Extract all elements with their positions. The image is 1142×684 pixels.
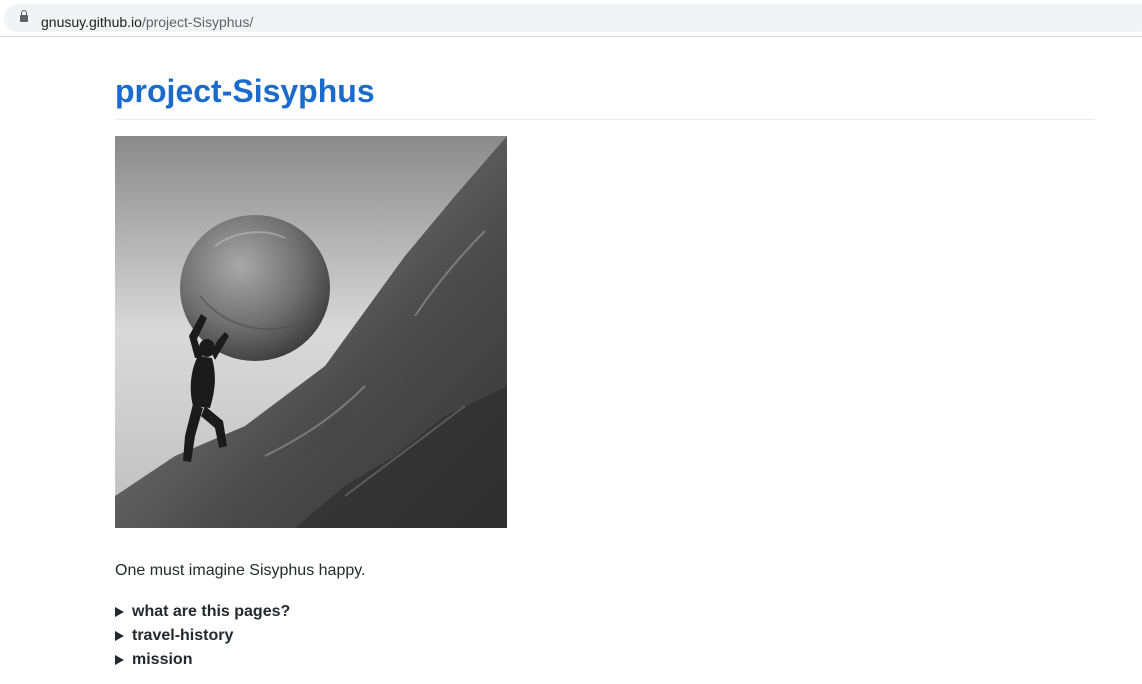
details-label: travel-history	[132, 627, 234, 644]
address-bar[interactable]: gnusuy.github.io/project-Sisyphus/	[4, 4, 1142, 32]
sisyphus-image	[115, 136, 507, 528]
details-what-are-this-pages[interactable]: what are this pages?	[115, 600, 290, 624]
triangle-icon	[115, 655, 124, 665]
url-path: /project-Sisyphus/	[141, 14, 254, 30]
page-title[interactable]: project-Sisyphus	[115, 71, 375, 111]
triangle-icon	[115, 607, 124, 617]
details-label: mission	[132, 651, 193, 668]
tagline: One must imagine Sisyphus happy.	[115, 562, 366, 579]
details-list: what are this pages? travel-history miss…	[115, 600, 290, 672]
lock-icon[interactable]	[20, 10, 28, 22]
url-text[interactable]: gnusuy.github.io/project-Sisyphus/	[41, 13, 253, 31]
title-divider	[115, 119, 1095, 120]
details-label: what are this pages?	[132, 603, 291, 620]
details-mission[interactable]: mission	[115, 648, 290, 672]
browser-toolbar: gnusuy.github.io/project-Sisyphus/	[0, 0, 1142, 37]
details-travel-history[interactable]: travel-history	[115, 624, 290, 648]
url-host: gnusuy.github.io	[41, 14, 142, 30]
triangle-icon	[115, 631, 124, 641]
